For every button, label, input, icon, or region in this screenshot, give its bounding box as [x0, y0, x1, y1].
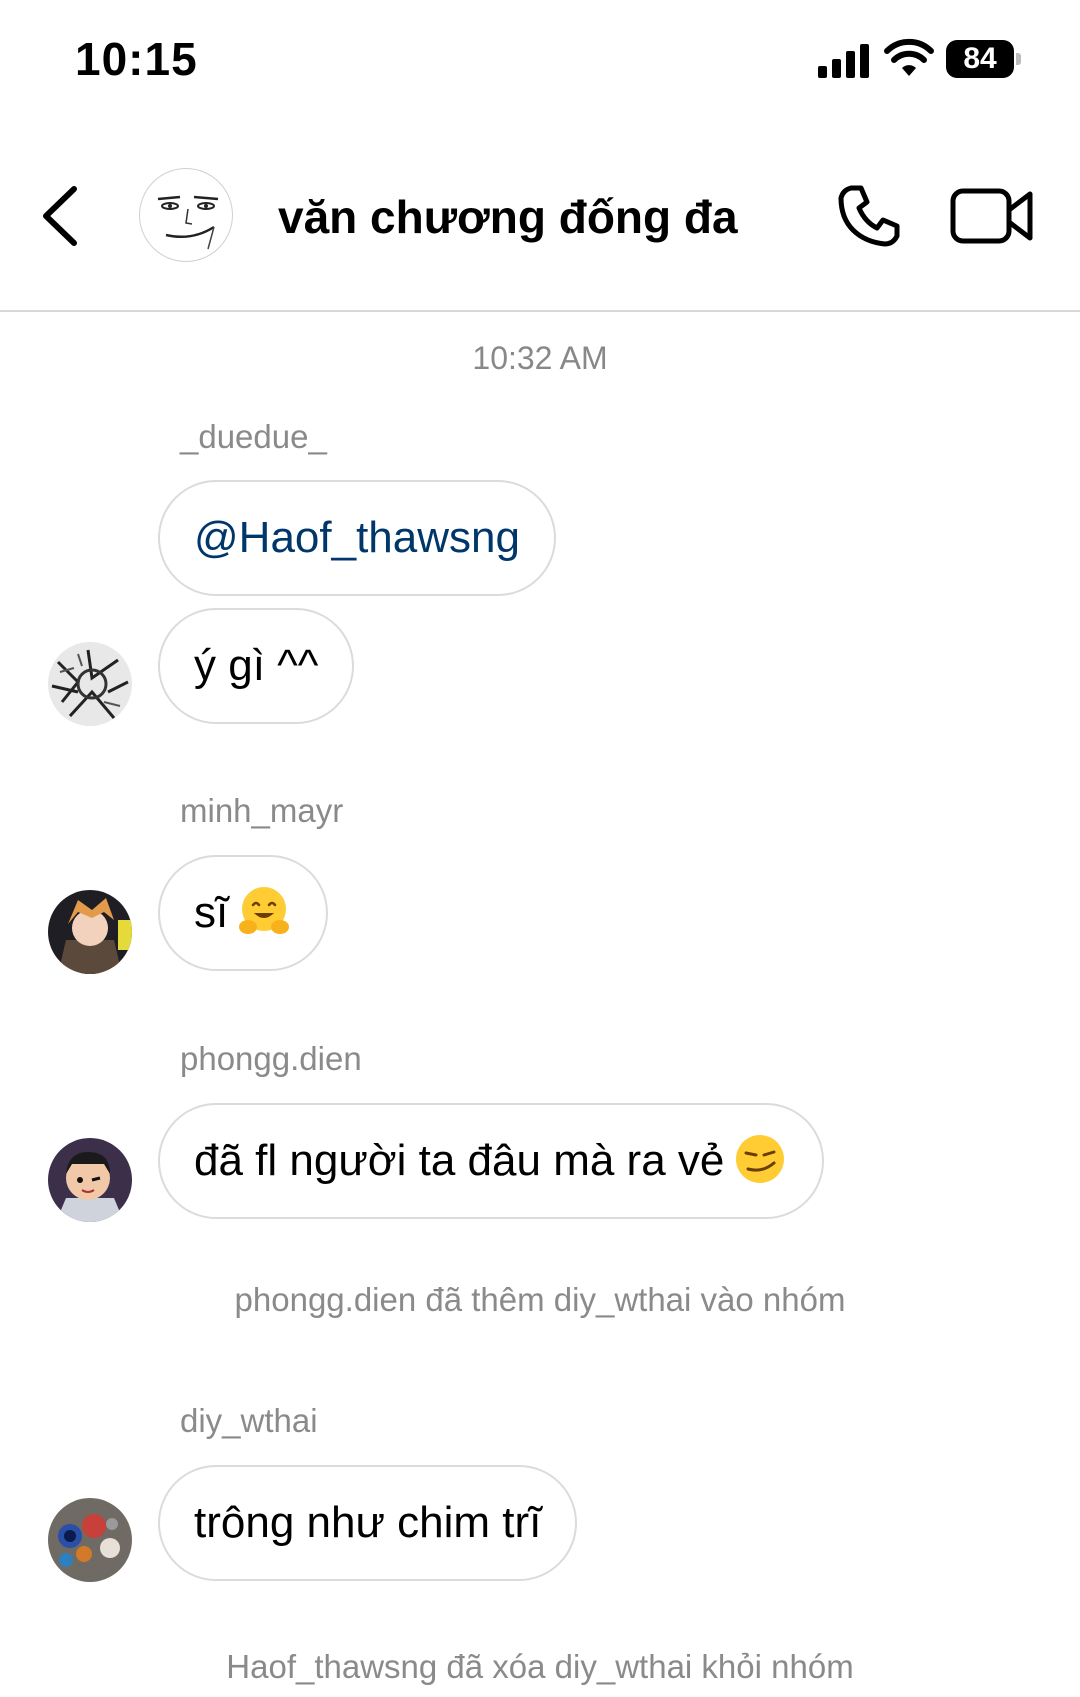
sender-name: diy_wthai [180, 1402, 318, 1439]
cellular-signal-icon [818, 44, 869, 78]
cartoon-avatar-icon [48, 1138, 132, 1222]
chat-timestamp: 10:32 AM [472, 340, 608, 376]
conversation-title[interactable]: văn chương đống đa [278, 190, 738, 244]
system-message: Haof_thawsng đã xóa diy_wthai khỏi nhóm [226, 1648, 854, 1685]
mention-link[interactable]: @Haof_thawsng [194, 513, 520, 562]
message-text: trông như chim trĩ [194, 1498, 542, 1547]
anime-avatar-icon [48, 890, 132, 974]
message-bubble[interactable]: @Haof_thawsng [158, 480, 556, 596]
video-camera-icon[interactable] [950, 186, 1034, 246]
meme-face-icon [157, 195, 219, 250]
group-avatar[interactable] [139, 168, 233, 262]
phone-icon[interactable] [835, 182, 903, 250]
message-text: đã fl người ta đâu mà ra vẻ [194, 1136, 725, 1185]
message-text: sĩ [194, 888, 229, 937]
message-text: ý gì ^^ [194, 641, 319, 690]
battery-icon: 84 [946, 40, 1021, 78]
system-message: phongg.dien đã thêm diy_wthai vào nhóm [234, 1281, 846, 1318]
header-divider [0, 310, 1080, 312]
hugging-face-emoji-icon [239, 887, 290, 935]
avatar[interactable] [48, 1498, 132, 1582]
sender-name: _duedue_ [180, 418, 327, 455]
message-bubble[interactable]: đã fl người ta đâu mà ra vẻ [158, 1103, 825, 1219]
message-bubble[interactable]: ý gì ^^ [158, 608, 355, 724]
smirking-face-emoji-icon [736, 1135, 785, 1184]
wifi-icon [884, 38, 934, 76]
message-bubble[interactable]: sĩ [158, 855, 329, 971]
message-bubble[interactable]: trông như chim trĩ [158, 1465, 578, 1581]
battery-level: 84 [963, 42, 997, 75]
manga-avatar-icon [48, 642, 132, 726]
photo-avatar-icon [48, 1498, 132, 1582]
sender-name: minh_mayr [180, 792, 344, 829]
avatar[interactable] [48, 642, 132, 726]
sender-name: phongg.dien [180, 1040, 362, 1077]
avatar[interactable] [48, 890, 132, 974]
avatar[interactable] [48, 1138, 132, 1222]
back-chevron-icon[interactable] [40, 185, 80, 247]
status-time: 10:15 [75, 33, 198, 85]
